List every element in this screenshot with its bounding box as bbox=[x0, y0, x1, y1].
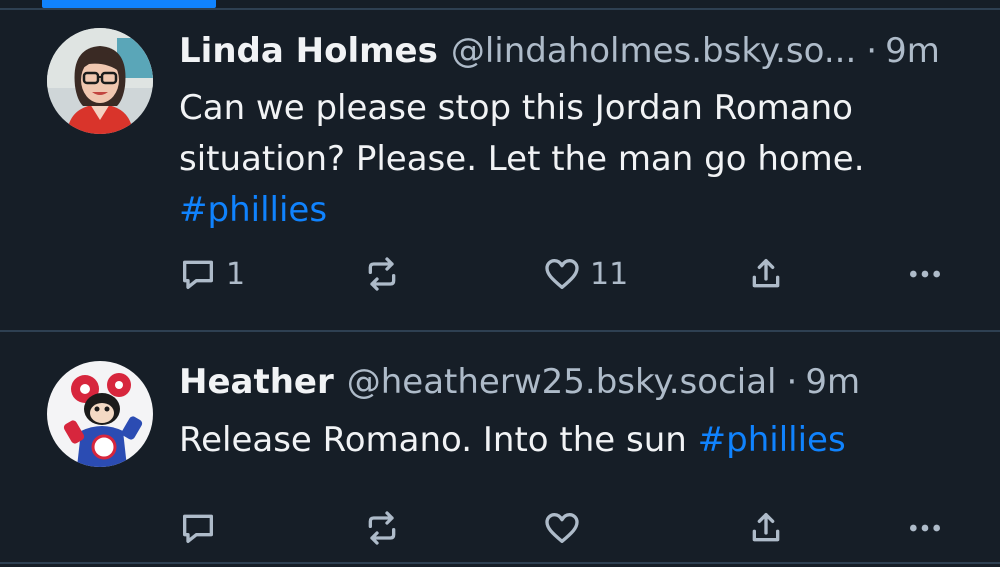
post-actions: 1 11 bbox=[0, 249, 1000, 299]
like-icon bbox=[545, 513, 579, 543]
post-header: Linda Holmes @lindaholmes.bsky.so... · 9… bbox=[179, 31, 970, 71]
post-header: Heather @heatherw25.bsky.social · 9m bbox=[179, 362, 970, 402]
author-handle[interactable]: @heatherw25.bsky.social bbox=[347, 362, 777, 402]
avatar[interactable] bbox=[47, 28, 153, 134]
post-text-line: Release Romano. Into the sun bbox=[179, 420, 698, 460]
author-name[interactable]: Heather bbox=[179, 362, 334, 402]
reply-icon bbox=[183, 260, 213, 289]
share-button[interactable] bbox=[746, 249, 786, 299]
separator-dot: · bbox=[866, 31, 878, 71]
more-options-button[interactable] bbox=[905, 249, 945, 299]
like-count: 11 bbox=[590, 256, 629, 292]
avatar[interactable] bbox=[47, 361, 153, 467]
like-button[interactable]: 11 bbox=[542, 249, 628, 299]
repost-button[interactable] bbox=[362, 249, 410, 299]
post-text-line: situation? Please. Let the man go home. bbox=[179, 139, 865, 179]
post-text-line: Can we please stop this Jordan Romano bbox=[179, 88, 853, 128]
hashtag-link[interactable]: #phillies bbox=[698, 420, 846, 460]
author-name[interactable]: Linda Holmes bbox=[179, 31, 438, 71]
more-options-button[interactable] bbox=[905, 503, 945, 553]
feed: Linda Holmes @lindaholmes.bsky.so... · 9… bbox=[0, 0, 1000, 567]
repost-button[interactable] bbox=[362, 503, 410, 553]
share-button[interactable] bbox=[746, 503, 786, 553]
reply-button[interactable]: 1 bbox=[178, 249, 245, 299]
separator-dot: · bbox=[786, 362, 798, 402]
post-actions bbox=[0, 503, 1000, 553]
post-item[interactable]: Linda Holmes @lindaholmes.bsky.so... · 9… bbox=[0, 10, 1000, 330]
reply-button[interactable] bbox=[178, 503, 226, 553]
repost-icon bbox=[368, 257, 396, 291]
reply-icon bbox=[183, 514, 213, 543]
post-text: Can we please stop this Jordan Romano si… bbox=[179, 83, 970, 236]
more-icon bbox=[910, 524, 940, 532]
more-icon bbox=[910, 270, 940, 278]
post-item[interactable]: Heather @heatherw25.bsky.social · 9m Rel… bbox=[0, 332, 1000, 562]
share-icon bbox=[752, 513, 780, 542]
post-text: Release Romano. Into the sun #phillies bbox=[179, 415, 970, 466]
share-icon bbox=[752, 259, 780, 288]
author-handle[interactable]: @lindaholmes.bsky.so... bbox=[451, 31, 856, 71]
post-divider bbox=[0, 562, 1000, 564]
post-timestamp[interactable]: 9m bbox=[805, 362, 860, 402]
repost-icon bbox=[368, 511, 396, 545]
reply-count: 1 bbox=[226, 256, 246, 292]
like-icon bbox=[545, 259, 579, 289]
like-button[interactable] bbox=[542, 503, 590, 553]
avatar-image bbox=[47, 361, 153, 467]
hashtag-link[interactable]: #phillies bbox=[179, 190, 327, 230]
avatar-image bbox=[47, 28, 153, 134]
post-timestamp[interactable]: 9m bbox=[885, 31, 940, 71]
active-tab-indicator bbox=[42, 0, 216, 8]
